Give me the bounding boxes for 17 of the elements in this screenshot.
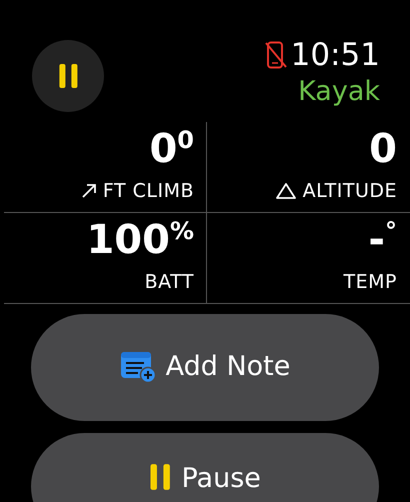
add-note-button[interactable]: Add Note xyxy=(31,314,379,421)
metric-label: BATT xyxy=(144,270,194,295)
pause-workout-button[interactable]: Pause xyxy=(31,433,379,502)
metric-label: ALTITUDE xyxy=(302,179,397,204)
pause-icon xyxy=(149,463,172,491)
metric-value: 0 xyxy=(369,126,397,172)
metric-value: 0$^{0}$ xyxy=(149,126,194,172)
arrow-icon xyxy=(80,183,97,199)
metric-label: FT CLIMB xyxy=(102,179,194,204)
metric-label: TEMP xyxy=(344,270,397,295)
pause-icon xyxy=(58,63,78,89)
metric-value: -$^{°}$ xyxy=(368,217,397,263)
triangle-icon xyxy=(274,182,297,200)
metric-value: 100$^{%}$ xyxy=(86,217,194,263)
note-add-icon xyxy=(120,351,156,383)
workout-name: Kayak xyxy=(298,75,380,109)
clock-time: 10:51 xyxy=(290,36,380,74)
